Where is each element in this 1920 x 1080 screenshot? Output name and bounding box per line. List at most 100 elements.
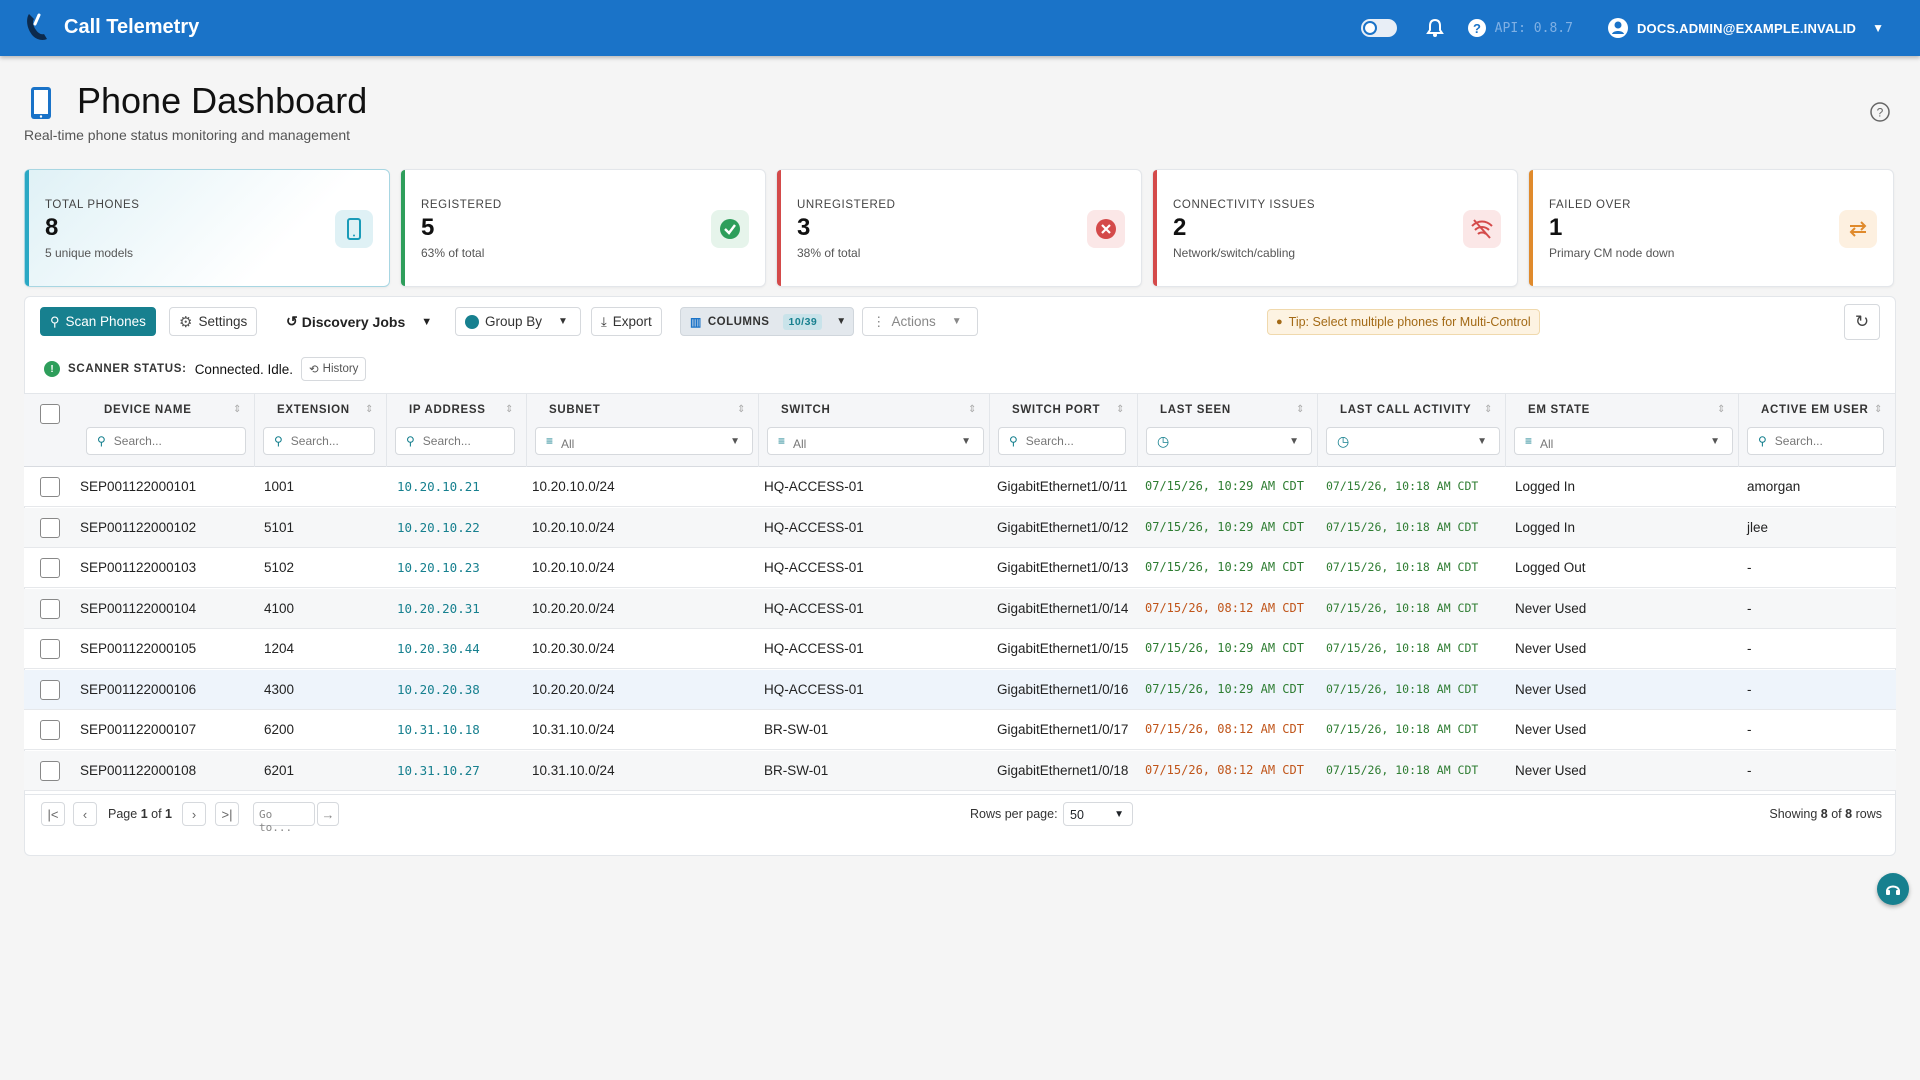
help-outline-icon[interactable]: ? — [1869, 101, 1891, 123]
sort-icon[interactable]: ⇕ — [1717, 404, 1725, 415]
column-filter-input[interactable]: ⚲ Search... — [86, 427, 246, 455]
extension-cell: 1204 — [264, 641, 295, 656]
table-row[interactable]: SEP001122000106 4300 10.20.20.38 10.20.2… — [24, 669, 1896, 710]
column-label[interactable]: SUBNET — [549, 404, 600, 416]
column-filter-select[interactable]: ◷ ▼ — [1146, 427, 1312, 455]
stat-card-unregistered[interactable]: UNREGISTERED 3 38% of total — [776, 169, 1142, 287]
card-label: UNREGISTERED — [797, 199, 896, 211]
discovery-jobs-button[interactable]: ↺ Discovery Jobs ▼ — [286, 313, 432, 330]
bell-icon[interactable] — [1425, 18, 1445, 38]
last-seen-cell: 07/15/26, 10:29 AM CDT — [1145, 560, 1304, 574]
last-call-cell: 07/15/26, 10:18 AM CDT — [1326, 519, 1479, 534]
sort-icon[interactable]: ⇕ — [1296, 404, 1304, 415]
sort-icon[interactable]: ⇕ — [1484, 404, 1492, 415]
column-header: DEVICE NAME ⇕ ⚲ Search... — [76, 394, 255, 468]
column-label[interactable]: DEVICE NAME — [104, 404, 192, 416]
switch-port-cell: GigabitEthernet1/0/16 — [997, 681, 1129, 697]
column-filter-select[interactable]: ≡ All ▼ — [535, 427, 753, 455]
prev-page-button[interactable]: ‹ — [73, 802, 97, 826]
sort-icon[interactable]: ⇕ — [968, 404, 976, 415]
column-filter-input[interactable]: ⚲ Search... — [998, 427, 1126, 455]
row-checkbox[interactable] — [40, 477, 60, 497]
stat-card-connectivity-issues[interactable]: CONNECTIVITY ISSUES 2 Network/switch/cab… — [1152, 169, 1518, 287]
column-filter-select[interactable]: ≡ All ▼ — [767, 427, 984, 455]
stat-card-total-phones[interactable]: TOTAL PHONES 8 5 unique models — [24, 169, 390, 287]
user-menu[interactable]: DOCS.ADMIN@EXAMPLE.INVALID — [1637, 21, 1856, 36]
table-row[interactable]: SEP001122000104 4100 10.20.20.31 10.20.2… — [24, 588, 1896, 629]
table-row[interactable]: SEP001122000108 6201 10.31.10.27 10.31.1… — [24, 750, 1896, 791]
table-row[interactable]: SEP001122000107 6200 10.31.10.18 10.31.1… — [24, 710, 1896, 750]
ip-address-cell: 10.20.10.21 — [397, 479, 480, 494]
chevron-down-icon[interactable]: ▼ — [1872, 21, 1884, 35]
active-em-user-cell: jlee — [1747, 519, 1769, 535]
sort-icon[interactable]: ⇕ — [505, 404, 513, 415]
column-filter-input[interactable]: ⚲ Search... — [263, 427, 375, 455]
chevron-down-icon: ▼ — [836, 316, 847, 327]
sort-icon[interactable]: ⇕ — [1116, 404, 1124, 415]
row-checkbox[interactable] — [40, 558, 60, 578]
group-by-button[interactable]: Group By ▼ — [455, 307, 581, 336]
row-checkbox[interactable] — [40, 679, 60, 700]
stat-card-failed-over[interactable]: FAILED OVER 1 Primary CM node down — [1528, 169, 1894, 287]
next-page-button[interactable]: › — [182, 802, 206, 826]
last-page-button[interactable]: >| — [215, 802, 239, 826]
sort-icon[interactable]: ⇕ — [1874, 404, 1882, 415]
phone-icon — [335, 210, 373, 248]
export-button[interactable]: ⤓ Export — [591, 307, 662, 336]
select-all-checkbox[interactable] — [40, 404, 60, 424]
row-checkbox[interactable] — [40, 639, 60, 659]
theme-toggle[interactable] — [1360, 19, 1397, 37]
column-label[interactable]: ACTIVE EM USER — [1761, 404, 1869, 416]
support-chat-button[interactable] — [1877, 873, 1909, 905]
clock-icon: ◷ — [1337, 432, 1350, 449]
brand[interactable]: Call Telemetry — [24, 12, 199, 42]
table-row[interactable]: SEP001122000102 5101 10.20.10.22 10.20.1… — [24, 507, 1896, 548]
help-circle-icon[interactable]: ? — [1467, 18, 1487, 38]
filter-icon: ≡ — [1525, 434, 1533, 448]
extension-cell: 5102 — [264, 560, 295, 575]
rows-per-page-select[interactable]: 50 ▼ — [1063, 802, 1133, 826]
row-checkbox[interactable] — [40, 760, 60, 781]
active-em-user-cell: - — [1747, 681, 1752, 697]
refresh-button[interactable]: ↻ — [1844, 304, 1880, 340]
column-filter-input[interactable]: ⚲ Search... — [1747, 427, 1884, 455]
column-filter-select[interactable]: ◷ ▼ — [1326, 427, 1500, 455]
column-filter-input[interactable]: ⚲ Search... — [395, 427, 515, 455]
column-label[interactable]: LAST CALL ACTIVITY — [1340, 404, 1471, 416]
first-page-button[interactable]: |< — [41, 802, 65, 826]
sort-icon[interactable]: ⇕ — [365, 404, 373, 415]
column-label[interactable]: EM STATE — [1528, 404, 1590, 416]
history-button[interactable]: ⟲ History — [301, 357, 367, 381]
ip-address-cell: 10.20.10.22 — [397, 519, 480, 535]
column-label[interactable]: IP ADDRESS — [409, 404, 486, 416]
switch-port-cell: GigabitEthernet1/0/13 — [997, 560, 1129, 575]
sort-icon[interactable]: ⇕ — [233, 404, 241, 415]
switch-port-cell: GigabitEthernet1/0/11 — [997, 479, 1128, 494]
row-checkbox[interactable] — [40, 720, 60, 740]
caret-down-icon: ▼ — [1114, 809, 1124, 820]
columns-button[interactable]: ▥ COLUMNS 10/39 ▼ — [680, 307, 854, 336]
extension-cell: 5101 — [264, 519, 295, 535]
actions-button[interactable]: ⋮ Actions ▼ — [862, 307, 978, 336]
switch-cell: HQ-ACCESS-01 — [764, 641, 864, 656]
card-subtext: 38% of total — [797, 246, 861, 260]
table-row[interactable]: SEP001122000105 1204 10.20.30.44 10.20.3… — [24, 629, 1896, 669]
table-row[interactable]: SEP001122000103 5102 10.20.10.23 10.20.1… — [24, 548, 1896, 588]
stat-card-registered[interactable]: REGISTERED 5 63% of total — [400, 169, 766, 287]
column-label[interactable]: SWITCH PORT — [1012, 404, 1100, 416]
table-row[interactable]: SEP001122000101 1001 10.20.10.21 10.20.1… — [24, 467, 1896, 507]
last-seen-cell: 07/15/26, 10:29 AM CDT — [1145, 479, 1304, 493]
settings-button[interactable]: ⚙ Settings — [169, 307, 258, 336]
column-label[interactable]: SWITCH — [781, 404, 831, 416]
scan-phones-button[interactable]: ⚲ Scan Phones — [40, 307, 156, 336]
row-checkbox[interactable] — [40, 598, 60, 619]
last-seen-cell: 07/15/26, 08:12 AM CDT — [1145, 722, 1304, 736]
column-label[interactable]: LAST SEEN — [1160, 404, 1231, 416]
go-arrow-button[interactable]: → — [317, 802, 339, 826]
row-checkbox[interactable] — [40, 517, 60, 538]
go-to-page-input[interactable]: Go to... — [253, 802, 315, 834]
column-label[interactable]: EXTENSION — [277, 404, 350, 416]
column-filter-select[interactable]: ≡ All ▼ — [1514, 427, 1733, 455]
sort-icon[interactable]: ⇕ — [737, 404, 745, 415]
switch-cell: HQ-ACCESS-01 — [764, 681, 864, 697]
